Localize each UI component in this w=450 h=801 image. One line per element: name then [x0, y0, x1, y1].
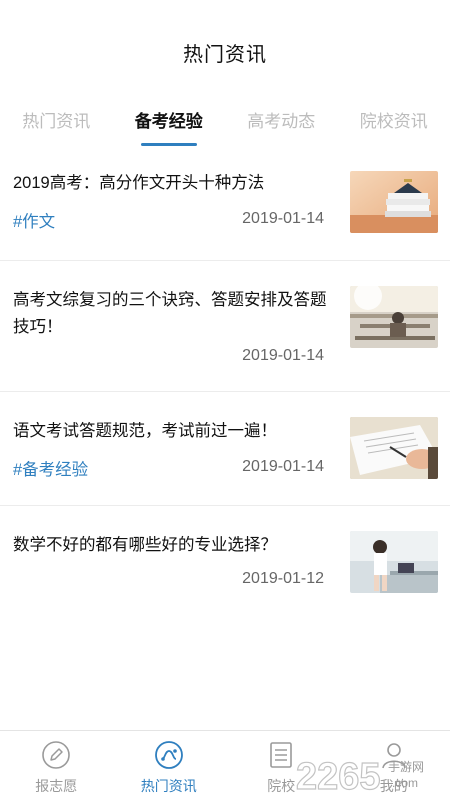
article-date: 2019-01-14: [242, 458, 324, 475]
article-date: 2019-01-14: [242, 347, 324, 364]
nav-label: 我的: [379, 778, 408, 794]
tab-exam-prep[interactable]: 备考经验: [113, 92, 226, 146]
nav-mine[interactable]: 我的: [338, 731, 450, 801]
school-list-icon: [270, 742, 293, 768]
article-thumbnail: [350, 171, 438, 233]
user-icon: [381, 743, 406, 769]
article-thumbnail: [350, 286, 438, 348]
article-date: 2019-01-12: [242, 570, 324, 587]
nav-label: 热门资讯: [140, 778, 197, 794]
nav-label: 报志愿: [35, 778, 78, 794]
nav-schools[interactable]: 院校: [225, 731, 338, 801]
article-title: 高考文综复习的三个诀窍、答题安排及答题技巧！: [13, 291, 327, 336]
list-item[interactable]: 数学不好的都有哪些好的专业选择？ 2019-01-12: [0, 506, 450, 620]
article-title: 2019高考：高分作文开头十种方法: [13, 174, 265, 192]
article-thumbnail: [350, 531, 438, 593]
books-photo-icon: [350, 171, 438, 233]
nav-apply[interactable]: 报志愿: [0, 731, 113, 801]
article-tag[interactable]: #备考经验: [13, 456, 88, 480]
nav-label: 院校: [267, 778, 296, 794]
article-list: 2019高考：高分作文开头十种方法 #作文 2019-01-14 高考文综复习的…: [0, 146, 450, 620]
student-photo-icon: [350, 531, 438, 593]
news-icon: [154, 741, 183, 769]
article-thumbnail: [350, 417, 438, 479]
classroom-photo-icon: [350, 286, 438, 348]
tab-hot-news[interactable]: 热门资讯: [0, 92, 113, 146]
list-item[interactable]: 2019高考：高分作文开头十种方法 #作文 2019-01-14: [0, 146, 450, 261]
tab-bar: 热门资讯 备考经验 高考动态 院校资讯: [0, 92, 450, 146]
article-title: 语文考试答题规范，考试前过一遍！: [13, 422, 277, 440]
tab-exam-updates[interactable]: 高考动态: [225, 92, 338, 146]
article-title: 数学不好的都有哪些好的专业选择？: [13, 536, 277, 554]
list-item[interactable]: 语文考试答题规范，考试前过一遍！ #备考经验 2019-01-14: [0, 392, 450, 506]
app-header: 热门资讯: [0, 0, 450, 90]
list-item[interactable]: 高考文综复习的三个诀窍、答题安排及答题技巧！ 2019-01-14: [0, 261, 450, 392]
article-tag[interactable]: #作文: [13, 208, 55, 232]
page-title: 热门资讯: [183, 43, 267, 66]
nav-hot-news[interactable]: 热门资讯: [113, 731, 226, 801]
pencil-icon: [42, 741, 71, 769]
tab-school-news[interactable]: 院校资讯: [338, 92, 450, 146]
writing-photo-icon: [350, 417, 438, 479]
bottom-nav: 报志愿 热门资讯 院校 我的: [0, 730, 450, 801]
article-date: 2019-01-14: [242, 210, 324, 227]
